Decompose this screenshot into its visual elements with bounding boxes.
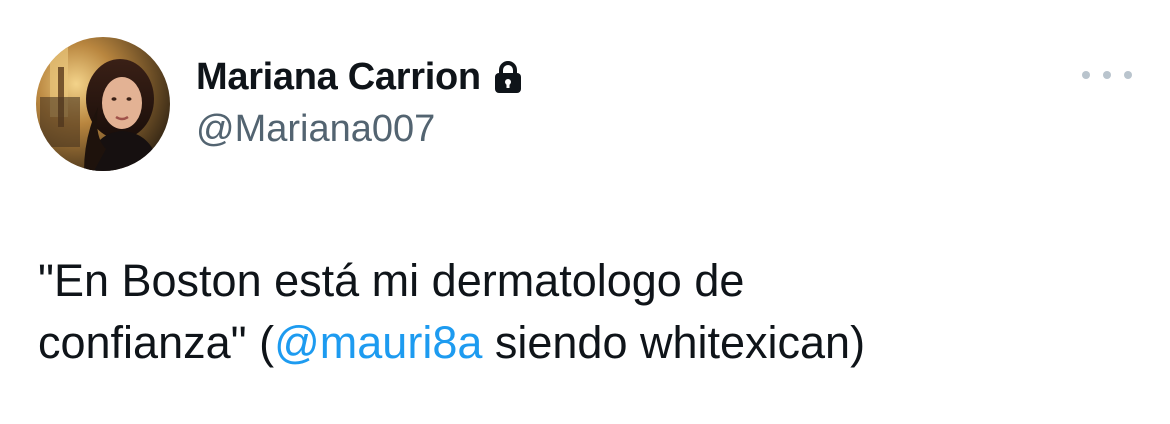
display-name[interactable]: Mariana Carrion (196, 56, 481, 99)
avatar-photo (36, 37, 170, 171)
tweet-text-before-mention: confianza" ( (38, 317, 275, 368)
more-options-icon[interactable] (1082, 62, 1132, 88)
author-handle[interactable]: @Mariana007 (196, 108, 435, 151)
avatar[interactable] (36, 37, 170, 171)
tweet-text-after-mention: siendo whitexican) (482, 317, 866, 368)
mention-link[interactable]: @mauri8a (274, 317, 482, 368)
dot (1082, 71, 1090, 79)
dot (1103, 71, 1111, 79)
tweet-text-line-2: confianza" (@mauri8a siendo whitexican) (38, 312, 1138, 374)
lock-icon (493, 60, 523, 94)
dot (1124, 71, 1132, 79)
tweet-text: "En Boston está mi dermatologo de confia… (38, 250, 1138, 374)
tweet: Mariana Carrion @Mariana007 "En Boston e… (0, 0, 1170, 424)
tweet-text-line-1: "En Boston está mi dermatologo de (38, 255, 745, 306)
author-name-row: Mariana Carrion (196, 52, 523, 102)
